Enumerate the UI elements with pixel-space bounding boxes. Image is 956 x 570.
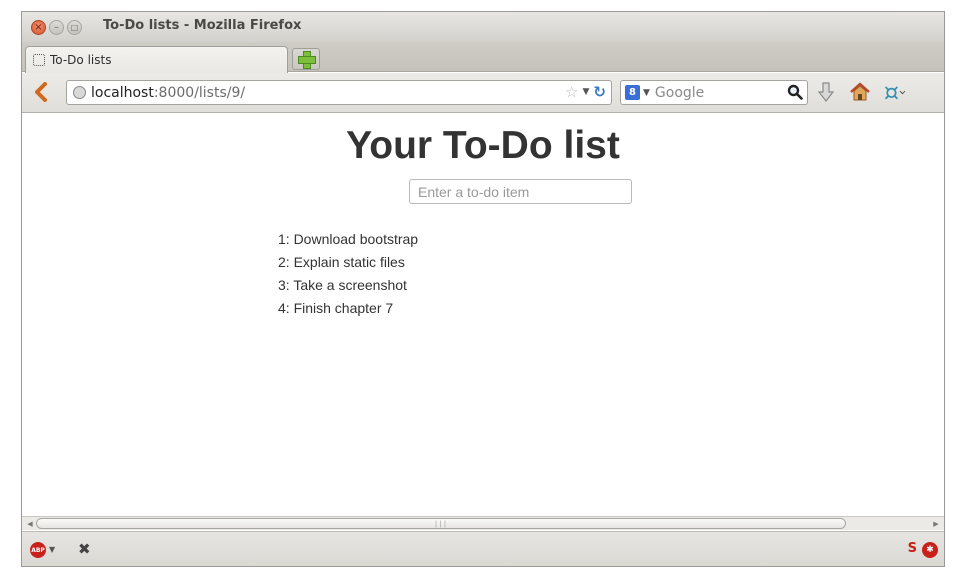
network-addon-button[interactable]	[883, 81, 905, 103]
browser-window: × – □ To-Do lists - Mozilla Firefox To-D…	[21, 11, 945, 567]
close-window-button[interactable]: ×	[31, 20, 46, 35]
download-arrow-icon	[817, 82, 835, 102]
title-bar: × – □ To-Do lists - Mozilla Firefox	[22, 12, 944, 42]
home-icon	[850, 82, 870, 101]
network-monitor-icon	[884, 86, 905, 100]
list-item: 2: Explain static files	[278, 254, 405, 270]
maximize-window-button[interactable]: □	[67, 20, 82, 35]
url-host: localhost	[91, 84, 154, 101]
window-title: To-Do lists - Mozilla Firefox	[103, 18, 302, 33]
adblock-icon[interactable]: ABP	[30, 542, 46, 558]
url-path: :8000/lists/9/	[153, 84, 246, 101]
url-bar[interactable]: localhost:8000/lists/9/ ☆ ▼ ↻	[66, 80, 612, 105]
navigation-toolbar: localhost:8000/lists/9/ ☆ ▼ ↻ 8 ▼ Google	[22, 73, 944, 113]
minimize-window-button[interactable]: –	[49, 20, 64, 35]
tab-todo-lists[interactable]: To-Do lists	[25, 46, 288, 73]
plus-icon	[298, 51, 316, 69]
tab-label: To-Do lists	[50, 53, 112, 67]
list-item: 3: Take a screenshot	[278, 277, 407, 293]
new-tab-button[interactable]	[292, 48, 320, 70]
scroll-left-icon[interactable]: ◀	[24, 518, 36, 529]
google-icon[interactable]: 8	[625, 85, 640, 100]
new-item-input[interactable]	[409, 179, 632, 204]
list-item: 1: Download bootstrap	[278, 231, 419, 247]
list-item: 4: Finish chapter 7	[278, 300, 394, 316]
reload-icon[interactable]: ↻	[593, 83, 606, 101]
horizontal-scrollbar[interactable]: ◀ ∣∣∣ ▶	[22, 516, 944, 530]
addon-bar: ABP ▼ ✖ S ✱	[22, 531, 944, 566]
search-engine-dropdown-icon[interactable]: ▼	[643, 88, 650, 98]
script-blocker-icon[interactable]: S	[908, 541, 917, 556]
site-identity-icon[interactable]	[73, 86, 86, 99]
search-icon[interactable]	[787, 84, 803, 100]
back-button[interactable]	[32, 81, 50, 103]
todo-list: 1: Download bootstrap 2: Explain static …	[278, 228, 418, 320]
history-dropdown-icon[interactable]: ▼	[583, 87, 590, 97]
page-title: Your To-Do list	[346, 124, 620, 167]
back-arrow-icon	[35, 82, 47, 102]
scrollbar-thumb[interactable]: ∣∣∣	[36, 518, 846, 529]
search-placeholder: Google	[654, 84, 705, 101]
downloads-button[interactable]	[815, 81, 837, 103]
page-icon	[33, 54, 45, 66]
privacy-addon-icon[interactable]: ✱	[922, 542, 938, 558]
tab-strip: To-Do lists	[22, 42, 944, 73]
scroll-right-icon[interactable]: ▶	[930, 518, 942, 529]
search-bar[interactable]: 8 ▼ Google	[620, 80, 808, 105]
close-addon-bar-icon[interactable]: ✖	[78, 540, 91, 558]
adblock-dropdown-icon[interactable]: ▼	[49, 545, 55, 554]
bookmark-star-icon[interactable]: ☆	[565, 83, 578, 101]
home-button[interactable]	[849, 81, 871, 103]
page-content: Your To-Do list 1: Download bootstrap 2:…	[22, 114, 944, 516]
